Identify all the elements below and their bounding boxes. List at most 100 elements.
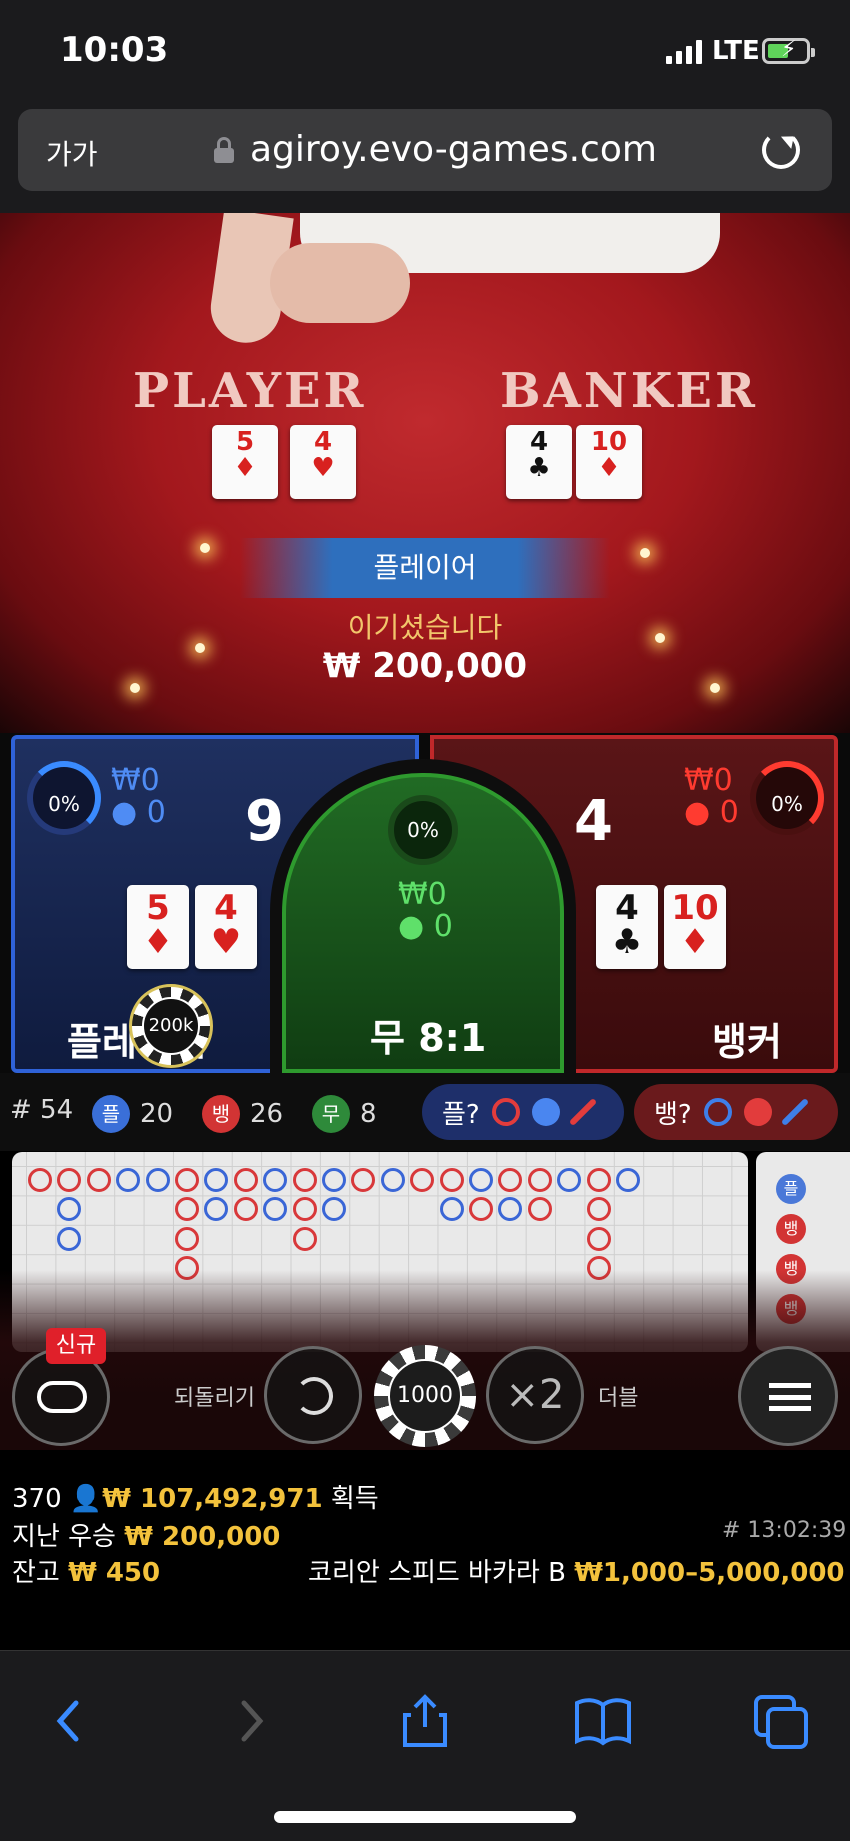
road-mark [586, 1168, 611, 1192]
road-mark [351, 1168, 376, 1192]
bead-player: 플 [776, 1174, 806, 1204]
road-mark [28, 1168, 52, 1192]
double-label: 더블 [598, 1386, 639, 1411]
player-card: 5 ♦ [127, 885, 189, 969]
road-mark [263, 1168, 288, 1192]
table-card: 10 ♦ [576, 425, 642, 499]
status-bar: 10:03 LTE ⚡ [0, 0, 850, 105]
banker-percent-ring: 0% [750, 761, 824, 835]
player-percent-ring: 0% [27, 761, 101, 835]
address-bar[interactable]: 가가 agiroy.evo-games.com [18, 109, 832, 191]
banker-card: 4 ♣ [596, 885, 658, 969]
user-icon: ● [111, 795, 138, 830]
undo-label: 되돌리기 [174, 1386, 255, 1411]
road-mark [57, 1226, 82, 1251]
road-mark [292, 1226, 317, 1251]
road-mark [57, 1197, 82, 1222]
tie-bet-amount: ₩0 [398, 877, 447, 912]
bead-banker: 뱅 [776, 1214, 806, 1244]
undo-icon [295, 1377, 333, 1415]
road-mark [557, 1168, 582, 1192]
banker-win-count: 뱅 26 [202, 1095, 283, 1133]
game-info: 370 👤₩ 107,492,971 획득 지난 우승 ₩ 200,000 # … [0, 1450, 850, 1650]
new-badge: 신규 [46, 1328, 106, 1364]
table-card: 4 ♣ [506, 425, 572, 499]
text-size-button[interactable]: 가가 [46, 133, 98, 173]
banker-bet-label: 뱅커 [712, 1020, 782, 1064]
road-mark [498, 1197, 523, 1222]
chip-selector[interactable]: 1000 [374, 1345, 476, 1447]
player-percent: 0% [48, 792, 80, 816]
tabs-icon[interactable] [752, 1691, 812, 1751]
forward-icon[interactable] [220, 1691, 280, 1751]
reload-icon[interactable] [762, 131, 800, 169]
road-mark [233, 1168, 258, 1192]
table-card: 4 ♥ [290, 425, 356, 499]
banker-percent: 0% [771, 792, 803, 816]
road-mark [86, 1168, 111, 1192]
game-id: # 13:02:39 [722, 1518, 847, 1543]
user-icon: ● [398, 909, 425, 944]
lock-icon [214, 137, 234, 163]
betting-area: 0% ₩0 ● 0 9 5♦ 4♥ 플레이어 200k 0% ₩0 ● 0 4 … [0, 733, 850, 1073]
road-mark [175, 1197, 199, 1222]
tie-bet-spot[interactable]: 0% ₩0 ● 0 무 8:1 [282, 773, 564, 1073]
win-amount: ₩ 200,000 [322, 646, 528, 686]
back-icon[interactable] [40, 1691, 100, 1751]
player-card: 4 ♥ [195, 885, 257, 969]
road-mark [469, 1197, 493, 1222]
winners-summary: 370 👤₩ 107,492,971 획득 [12, 1484, 379, 1514]
road-mark [322, 1197, 346, 1222]
menu-button[interactable] [738, 1346, 838, 1446]
road-mark [233, 1197, 258, 1222]
home-indicator [274, 1811, 576, 1823]
battery-icon: ⚡ [762, 37, 815, 64]
dealer-hand [270, 243, 410, 323]
stats-row: # 54 플 20 뱅 26 무8 플? 뱅? [0, 1073, 850, 1151]
road-mark [616, 1168, 640, 1192]
road-mark [439, 1197, 464, 1222]
road-mark [204, 1197, 229, 1222]
sparkle [200, 543, 210, 553]
road-mark [322, 1168, 346, 1192]
hamburger-middle [769, 1395, 811, 1400]
road-mark [410, 1168, 435, 1192]
tie-percent-ring: 0% [388, 795, 458, 865]
live-video: PLAYER BANKER 5 ♦ 4 ♥ 4 ♣ 10 ♦ 플레이어 이기셨습니다 ₩… [0, 213, 850, 733]
road-mark [527, 1197, 552, 1222]
road-mark [586, 1197, 611, 1222]
round-number: # 54 [10, 1095, 74, 1125]
share-icon[interactable] [395, 1691, 455, 1751]
player-table-label: PLAYER [133, 363, 367, 419]
road-mark [498, 1168, 523, 1192]
player-bet-amount: ₩0 [111, 763, 160, 798]
road-mark [175, 1168, 199, 1192]
tie-user-count: ● 0 [398, 909, 453, 944]
table-card: 5 ♦ [212, 425, 278, 499]
banker-predict-button[interactable]: 뱅? [634, 1084, 838, 1140]
sparkle [640, 548, 650, 558]
banker-bet-amount: ₩0 [684, 763, 733, 798]
road-mark [263, 1197, 288, 1222]
url-text[interactable]: agiroy.evo-games.com [250, 129, 657, 170]
undo-button[interactable] [264, 1346, 362, 1444]
placed-chip: 200k [129, 984, 213, 1068]
road-mark [145, 1168, 170, 1192]
road-mark [469, 1168, 493, 1192]
winner-banner: 플레이어 [240, 538, 610, 598]
balance: 잔고 ₩ 450 [12, 1558, 161, 1588]
signal-icon [666, 40, 702, 64]
user-icon: ● [684, 795, 711, 830]
banker-user-count: ● 0 [684, 795, 739, 830]
network-type: LTE [712, 36, 760, 66]
road-mark [175, 1226, 199, 1251]
tie-bet-label: 무 8:1 [370, 1016, 487, 1060]
users-icon: 👤 [69, 1484, 103, 1514]
bookmarks-icon[interactable] [573, 1691, 633, 1751]
last-win: 지난 우승 ₩ 200,000 [12, 1522, 281, 1552]
road-mark [57, 1168, 82, 1192]
player-predict-button[interactable]: 플? [422, 1084, 624, 1140]
double-button[interactable]: ×2 [486, 1346, 584, 1444]
table-info: 코리안 스피드 바카라 B ₩1,000–5,000,000 [308, 1558, 845, 1588]
win-message: 이기셨습니다 [347, 611, 503, 644]
